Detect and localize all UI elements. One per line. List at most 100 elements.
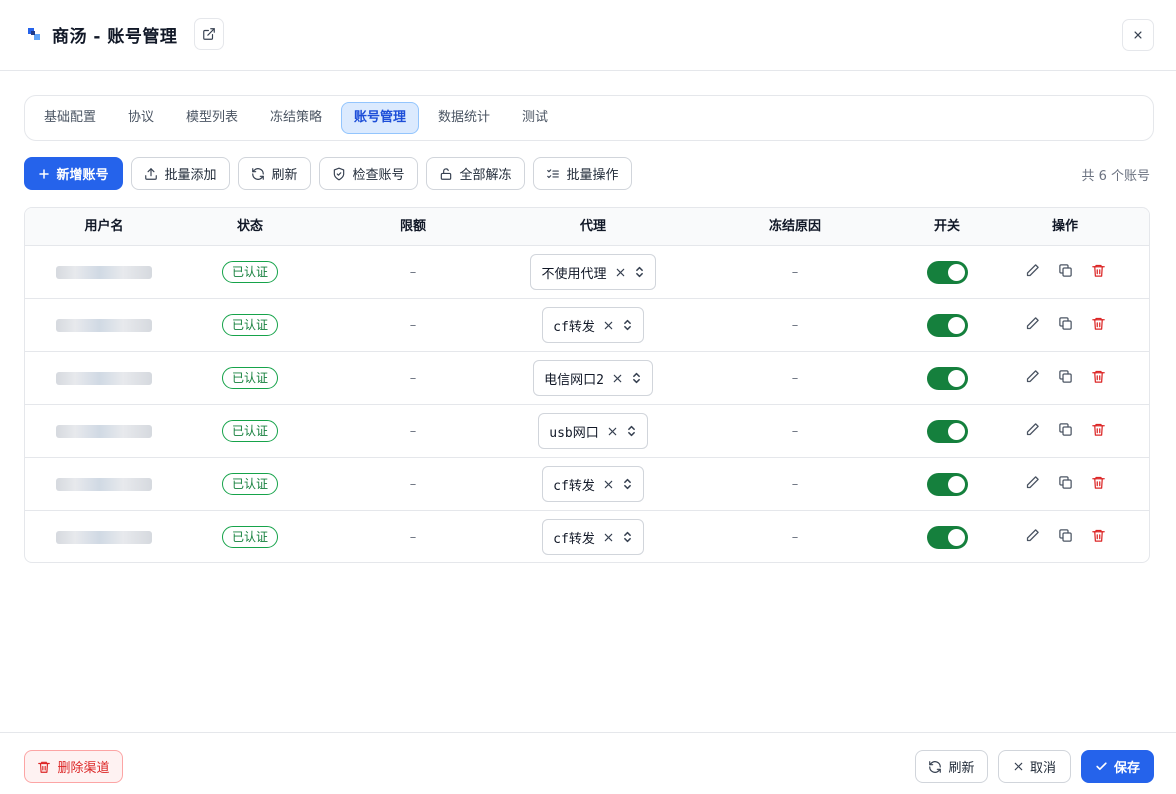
edit-button[interactable] [1025,316,1040,335]
edit-icon [1026,422,1039,435]
unfreeze-all-label: 全部解冻 [459,168,512,183]
copy-button[interactable] [1058,263,1073,282]
cell-toggle [913,246,981,298]
limit-value: – [409,370,417,386]
table-header: 用户名 状态 限额 代理 冻结原因 开关 操作 [25,208,1149,245]
proxy-value: 电信网口2 [544,372,604,388]
edit-button[interactable] [1025,263,1040,282]
proxy-select[interactable]: cf转发 [542,307,644,343]
column-actions: 操作 [1051,219,1078,234]
limit-value: – [409,529,417,545]
clear-icon[interactable] [603,479,614,490]
copy-button[interactable] [1058,422,1073,441]
delete-button[interactable] [1091,528,1106,547]
freeze-reason-value: – [791,476,799,492]
add-account-button[interactable]: 新增账号 [24,157,123,190]
status-badge: 已认证 [221,367,278,389]
checklist-icon [547,168,560,178]
close-button[interactable] [1122,19,1154,51]
tab-statistics[interactable]: 数据统计 [427,102,501,134]
cell-status: 已认证 [183,299,317,351]
footer-refresh-button[interactable]: 刷新 [915,750,988,783]
trash-icon [1091,529,1105,542]
tab-protocol[interactable]: 协议 [117,102,165,134]
chevron-up-down-icon [627,425,635,437]
batch-add-button[interactable]: 批量添加 [131,157,230,190]
column-freeze-reason: 冻结原因 [768,219,821,234]
enabled-toggle[interactable] [926,313,968,337]
delete-channel-label: 删除渠道 [57,761,110,776]
edit-button[interactable] [1025,528,1040,547]
check-accounts-button[interactable]: 检查账号 [319,157,418,190]
unfreeze-all-button[interactable]: 全部解冻 [426,157,525,190]
trash-icon [1091,317,1105,330]
delete-channel-button[interactable]: 删除渠道 [24,750,123,783]
tab-model-list[interactable]: 模型列表 [175,102,249,134]
enabled-toggle[interactable] [926,472,968,496]
tab-bar: 基础配置 协议 模型列表 冻结策略 账号管理 数据统计 测试 [24,95,1154,141]
tab-test[interactable]: 测试 [511,102,559,134]
cell-username [25,352,183,404]
check-icon [1096,762,1107,771]
edit-button[interactable] [1025,422,1040,441]
batch-add-label: 批量添加 [164,168,217,183]
close-icon [1014,762,1023,771]
proxy-select[interactable]: 不使用代理 [530,254,656,290]
edit-button[interactable] [1025,369,1040,388]
copy-button[interactable] [1058,528,1073,547]
save-button[interactable]: 保存 [1081,750,1154,783]
proxy-value: cf转发 [553,531,595,547]
trash-icon [1091,476,1105,489]
delete-button[interactable] [1091,422,1106,441]
account-count: 共 6 个账号 [1081,169,1150,184]
copy-icon [1058,475,1072,489]
tab-account-management[interactable]: 账号管理 [341,102,419,134]
copy-button[interactable] [1058,316,1073,335]
clear-icon[interactable] [612,373,623,384]
username-redacted [56,477,152,491]
delete-button[interactable] [1091,316,1106,335]
proxy-select[interactable]: cf转发 [542,466,644,502]
clear-icon[interactable] [603,320,614,331]
copy-icon [1058,369,1072,383]
clear-icon[interactable] [615,267,626,278]
refresh-button[interactable]: 刷新 [238,157,311,190]
delete-button[interactable] [1091,475,1106,494]
clear-icon[interactable] [603,532,614,543]
enabled-toggle[interactable] [926,366,968,390]
edit-button[interactable] [1025,475,1040,494]
enabled-toggle[interactable] [926,525,968,549]
tab-freeze-policy[interactable]: 冻结策略 [259,102,333,134]
copy-icon [1058,316,1072,330]
proxy-select[interactable]: cf转发 [542,519,644,555]
proxy-select[interactable]: usb网口 [538,413,648,449]
cell-toggle [913,458,981,510]
enabled-toggle[interactable] [926,260,968,284]
delete-button[interactable] [1091,369,1106,388]
copy-button[interactable] [1058,369,1073,388]
chevron-up-down-icon [623,319,631,331]
tab-basic-config[interactable]: 基础配置 [33,102,107,134]
unlock-icon [441,167,452,180]
clear-icon[interactable] [607,426,618,437]
save-label: 保存 [1113,761,1140,776]
copy-button[interactable] [1058,475,1073,494]
edit-icon [1026,528,1039,541]
cell-toggle [913,299,981,351]
cancel-button[interactable]: 取消 [998,750,1071,783]
cell-actions [981,299,1149,351]
table-row: 已认证 – usb网口 – [25,404,1149,457]
batch-operations-label: 批量操作 [566,168,619,183]
cell-limit: – [317,246,509,298]
proxy-select[interactable]: 电信网口2 [533,360,653,396]
logo-icon [28,28,40,40]
cell-proxy: cf转发 [509,458,677,510]
delete-button[interactable] [1091,263,1106,282]
table-row: 已认证 – cf转发 – [25,298,1149,351]
enabled-toggle[interactable] [926,419,968,443]
status-badge: 已认证 [221,526,278,548]
open-external-button[interactable] [194,18,224,50]
batch-operations-button[interactable]: 批量操作 [533,157,632,190]
refresh-icon [929,760,942,773]
modal-footer: 删除渠道 刷新 取消 保存 [0,732,1176,794]
